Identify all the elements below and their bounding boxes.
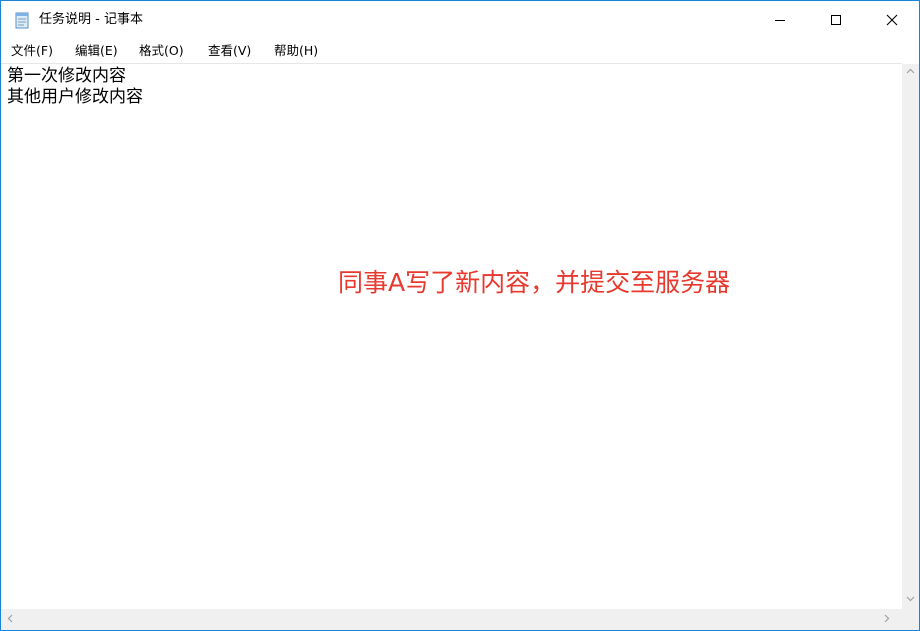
scroll-down-icon[interactable] xyxy=(906,594,915,607)
annotation-text: 同事A写了新内容，并提交至服务器 xyxy=(338,268,731,297)
minimize-icon xyxy=(775,20,785,21)
title-bar[interactable]: 任务说明 - 记事本 xyxy=(1,1,919,39)
scroll-left-icon[interactable] xyxy=(6,614,15,627)
editor-line-2: 其他用户修改内容 xyxy=(7,87,143,107)
close-button[interactable] xyxy=(869,1,915,39)
editor-line-1: 第一次修改内容 xyxy=(7,66,126,86)
horizontal-scrollbar[interactable] xyxy=(1,609,902,630)
menu-edit[interactable]: 编辑(E) xyxy=(73,42,120,60)
maximize-button[interactable] xyxy=(813,1,859,39)
scrollbar-corner xyxy=(902,609,919,630)
text-editor[interactable]: 第一次修改内容 其他用户修改内容 同事A写了新内容，并提交至服务器 xyxy=(1,63,902,610)
minimize-button[interactable] xyxy=(757,1,803,39)
window-title: 任务说明 - 记事本 xyxy=(39,12,143,27)
notepad-window: 任务说明 - 记事本 文件(F) 编辑(E) 格式(O) 查看(V) 帮助(H)… xyxy=(0,0,920,631)
notepad-icon[interactable] xyxy=(13,11,31,29)
menu-bar: 文件(F) 编辑(E) 格式(O) 查看(V) 帮助(H) xyxy=(1,39,919,63)
menu-format[interactable]: 格式(O) xyxy=(137,42,186,60)
scroll-right-icon[interactable] xyxy=(882,614,891,627)
menu-help[interactable]: 帮助(H) xyxy=(272,42,320,60)
maximize-icon xyxy=(831,15,841,25)
menu-view[interactable]: 查看(V) xyxy=(206,42,253,60)
scroll-up-icon[interactable] xyxy=(906,67,915,80)
close-icon xyxy=(886,14,898,26)
vertical-scrollbar[interactable] xyxy=(902,64,919,609)
menu-file[interactable]: 文件(F) xyxy=(9,42,55,60)
